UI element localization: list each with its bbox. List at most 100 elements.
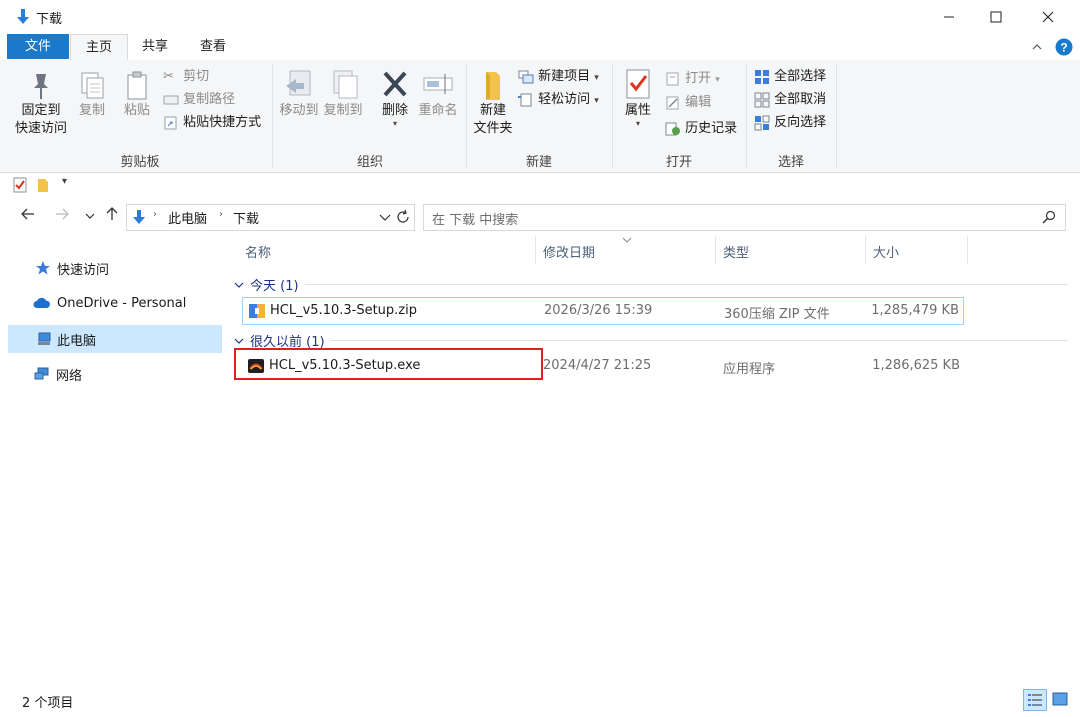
select-none-button[interactable]: 全部取消 [754, 91, 826, 109]
search-input[interactable]: 在 下载 中搜索 [423, 204, 1066, 231]
easy-access-button[interactable]: 轻松访问 ▾ [518, 91, 599, 109]
easy-access-label: 轻松访问 [538, 92, 591, 107]
breadcrumb-this-pc[interactable]: 此电脑 [168, 208, 207, 227]
address-bar[interactable]: › 此电脑 › 下载 [126, 204, 415, 231]
recent-locations-button[interactable] [80, 206, 100, 226]
file-name: HCL_v5.10.3-Setup.exe [269, 358, 421, 373]
details-view-icon [1028, 694, 1042, 706]
table-row[interactable]: HCL_v5.10.3-Setup.exe 2024/4/27 21:25 应用… [242, 352, 964, 380]
nav-item-label: 网络 [56, 368, 83, 384]
properties-button[interactable]: 属性 ▾ [618, 68, 658, 128]
nav-item-label: OneDrive - Personal [57, 295, 187, 311]
tab-share[interactable]: 共享 [130, 34, 180, 59]
table-row[interactable]: HCL_v5.10.3-Setup.zip 2026/3/26 15:39 36… [242, 297, 964, 325]
cut-button[interactable]: ✂ 剪切 [163, 68, 209, 86]
download-location-icon [133, 210, 145, 224]
new-item-button[interactable]: 新建项目 ▾ [518, 68, 599, 86]
folder-quick-icon[interactable] [36, 177, 50, 193]
rename-label: 重命名 [418, 103, 458, 118]
forward-button[interactable] [52, 206, 72, 226]
customize-toolbar-icon[interactable]: ▾ [62, 176, 67, 187]
nav-item-label: 快速访问 [57, 262, 110, 278]
column-header-size[interactable]: 大小 [873, 242, 899, 262]
rename-button[interactable]: 重命名 [416, 68, 460, 120]
title-bar: 下载 [0, 0, 1080, 34]
copy-to-icon [333, 70, 358, 99]
easy-access-icon [518, 93, 532, 106]
refresh-icon[interactable] [395, 209, 411, 225]
copy-to-button[interactable]: 复制到 [322, 68, 364, 120]
edit-button[interactable]: 编辑 [665, 94, 711, 112]
group-divider [466, 64, 467, 168]
chevron-down-icon [85, 213, 95, 219]
file-modified: 2024/4/27 21:25 [543, 358, 652, 373]
group-header-label: 很久以前 (1) [250, 335, 325, 350]
maximize-button[interactable] [973, 0, 1019, 34]
group-divider [746, 64, 747, 168]
column-divider[interactable] [865, 236, 866, 264]
tab-file[interactable]: 文件 [7, 34, 69, 59]
column-divider[interactable] [967, 236, 968, 264]
history-button[interactable]: 历史记录 [665, 120, 737, 138]
easy-access-dropdown-icon: ▾ [594, 96, 599, 106]
column-header-modified[interactable]: 修改日期 [543, 242, 595, 262]
group-collapse-icon [234, 338, 244, 344]
move-to-label: 移动到 [279, 103, 319, 118]
large-icons-view-icon [1052, 692, 1068, 706]
details-view-button[interactable] [1023, 689, 1047, 711]
delete-dropdown-icon[interactable]: ▾ [376, 120, 414, 128]
group-header-today[interactable]: 今天 (1) [234, 275, 299, 294]
minimize-icon [944, 16, 954, 18]
nav-item-label: 此电脑 [57, 333, 97, 349]
forward-arrow-icon [56, 208, 69, 220]
computer-icon [38, 332, 51, 345]
new-item-label: 新建项目 [538, 69, 591, 84]
new-folder-button[interactable]: 新建 文件夹 [470, 70, 516, 138]
address-dropdown-icon[interactable] [379, 213, 391, 223]
collapse-ribbon-icon[interactable] [1031, 41, 1043, 53]
cloud-icon [33, 297, 50, 308]
tab-home[interactable]: 主页 [70, 34, 128, 61]
column-header-name[interactable]: 名称 [245, 242, 271, 262]
paste-shortcut-button[interactable]: 粘贴快捷方式 [163, 114, 261, 132]
breadcrumb-downloads[interactable]: 下载 [233, 208, 259, 227]
select-all-button[interactable]: 全部选择 [754, 68, 826, 86]
nav-item-quick-access[interactable]: 快速访问 [8, 254, 222, 282]
breadcrumb-separator-icon: › [153, 209, 157, 220]
column-divider[interactable] [535, 236, 536, 264]
open-label: 打开 [685, 71, 712, 86]
column-divider[interactable] [715, 236, 716, 264]
delete-button[interactable]: 删除 ▾ [376, 68, 414, 128]
select-none-icon [754, 92, 770, 107]
back-button[interactable] [18, 206, 38, 226]
column-header-type[interactable]: 类型 [723, 242, 749, 262]
navigation-pane: 快速访问 OneDrive - Personal 此电脑 网络 [0, 236, 226, 686]
pin-label-line2: 快速访问 [14, 121, 67, 136]
copy-button[interactable]: 复制 [76, 70, 108, 120]
nav-item-this-pc[interactable]: 此电脑 [8, 325, 222, 353]
invert-selection-button[interactable]: 反向选择 [754, 114, 826, 132]
properties-dropdown-icon[interactable]: ▾ [618, 120, 658, 128]
paste-shortcut-icon [164, 116, 177, 129]
paste-button[interactable]: 粘贴 [120, 70, 154, 120]
tab-view[interactable]: 查看 [186, 34, 240, 59]
nav-item-network[interactable]: 网络 [8, 360, 222, 388]
open-group-label: 打开 [665, 155, 692, 170]
file-type: 360压缩 ZIP 文件 [724, 307, 830, 322]
select-all-icon [755, 69, 769, 84]
pin-to-quick-access-button[interactable]: 固定到 快速访问 [10, 70, 72, 138]
close-button[interactable] [1025, 0, 1071, 34]
large-icons-view-button[interactable] [1049, 689, 1071, 709]
properties-quick-icon[interactable] [12, 177, 28, 193]
up-button[interactable] [102, 206, 122, 226]
move-to-button[interactable]: 移动到 [278, 68, 320, 120]
open-button[interactable]: 打开 ▾ [665, 70, 720, 88]
new-group-label: 新建 [525, 155, 552, 170]
minimize-button[interactable] [926, 0, 972, 34]
copy-path-button[interactable]: 复制路径 [163, 91, 235, 109]
application-icon [248, 359, 264, 373]
group-header-long-ago[interactable]: 很久以前 (1) [234, 331, 325, 350]
help-icon[interactable]: ? [1055, 38, 1073, 56]
nav-item-onedrive[interactable]: OneDrive - Personal [8, 289, 222, 317]
new-item-dropdown-icon: ▾ [594, 73, 599, 83]
